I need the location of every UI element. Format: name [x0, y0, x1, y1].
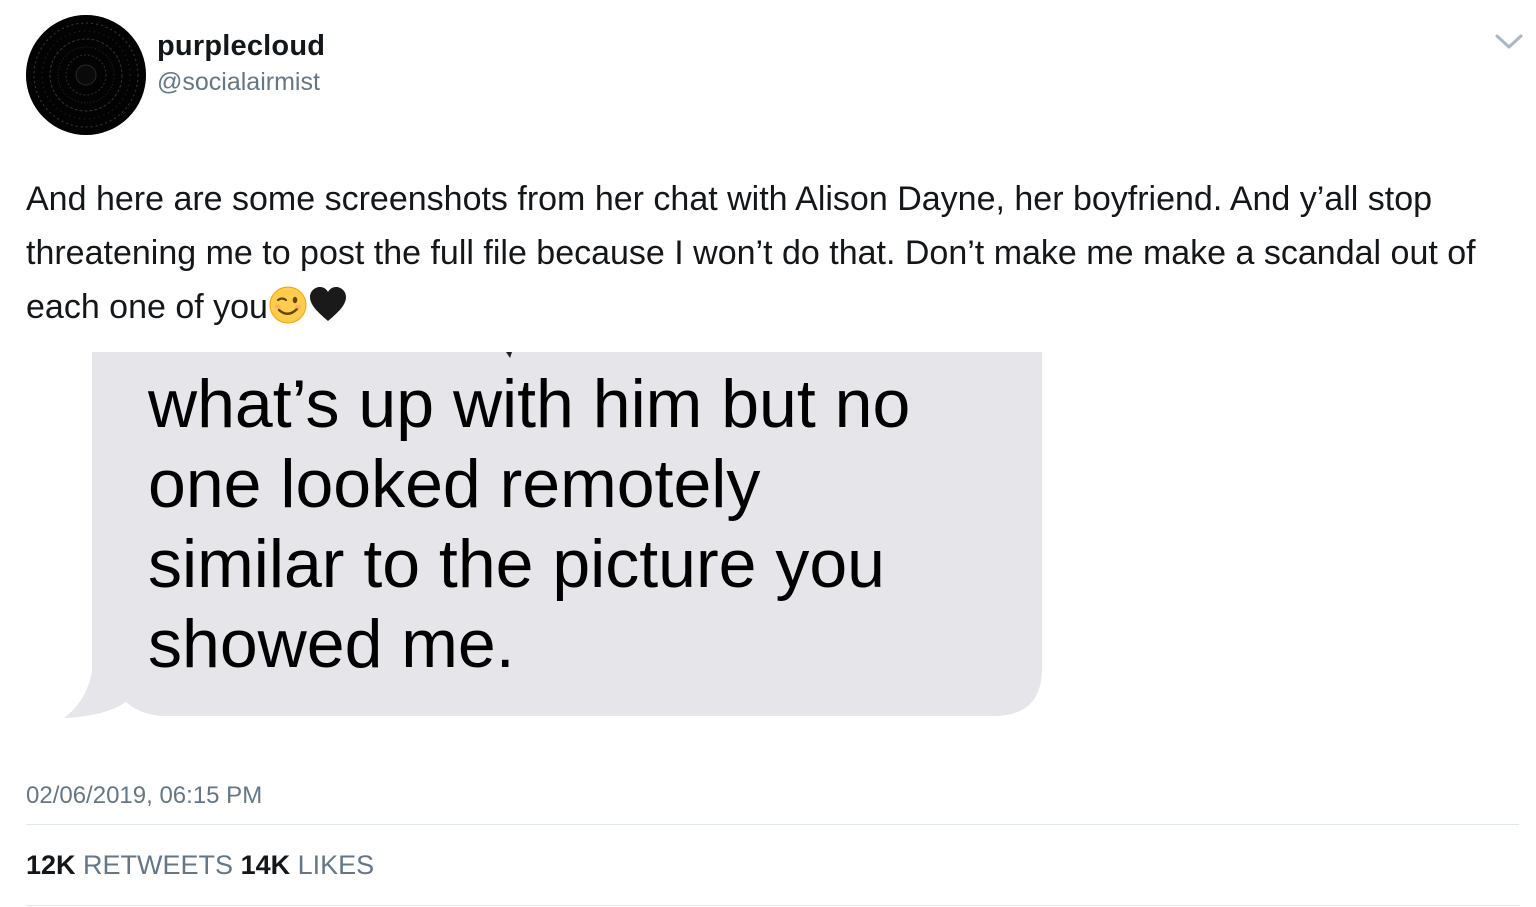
timestamp[interactable]: 02/06/2019, 06:15 PM [26, 782, 262, 810]
message-line: showed me. [148, 606, 515, 682]
divider [26, 905, 1519, 906]
divider [26, 824, 1519, 825]
message-line: one looked remotely [148, 446, 761, 522]
engagement-stats: 12K RETWEETS 14K LIKES [26, 850, 374, 881]
black-heart-icon [308, 285, 348, 325]
likes-stat[interactable]: 14K LIKES [241, 850, 375, 880]
display-name[interactable]: purplecloud [157, 30, 325, 63]
tweet-body: And here are some screenshots from her c… [26, 180, 1476, 326]
likes-count: 14K [240, 850, 291, 880]
retweets-label: RETWEETS [83, 850, 234, 880]
retweets-stat[interactable]: 12K RETWEETS [26, 850, 233, 880]
avatar-image [26, 15, 146, 135]
winking-face-icon [268, 285, 308, 325]
media-screenshot[interactable]: what’s up with him but no one looked rem… [26, 352, 1206, 732]
likes-label: LIKES [297, 850, 375, 880]
retweets-count: 12K [26, 850, 76, 880]
message-line: similar to the picture you [148, 526, 885, 602]
user-handle[interactable]: @socialairmist [157, 68, 320, 97]
chevron-down-icon[interactable] [1494, 32, 1524, 52]
message-text: what’s up with him but no one looked rem… [148, 364, 1048, 684]
tweet-text: And here are some screenshots from her c… [26, 172, 1521, 334]
avatar[interactable] [26, 15, 146, 135]
tweet-card: purplecloud @socialairmist And here are … [0, 0, 1536, 907]
message-line: what’s up with him but no [148, 366, 911, 442]
